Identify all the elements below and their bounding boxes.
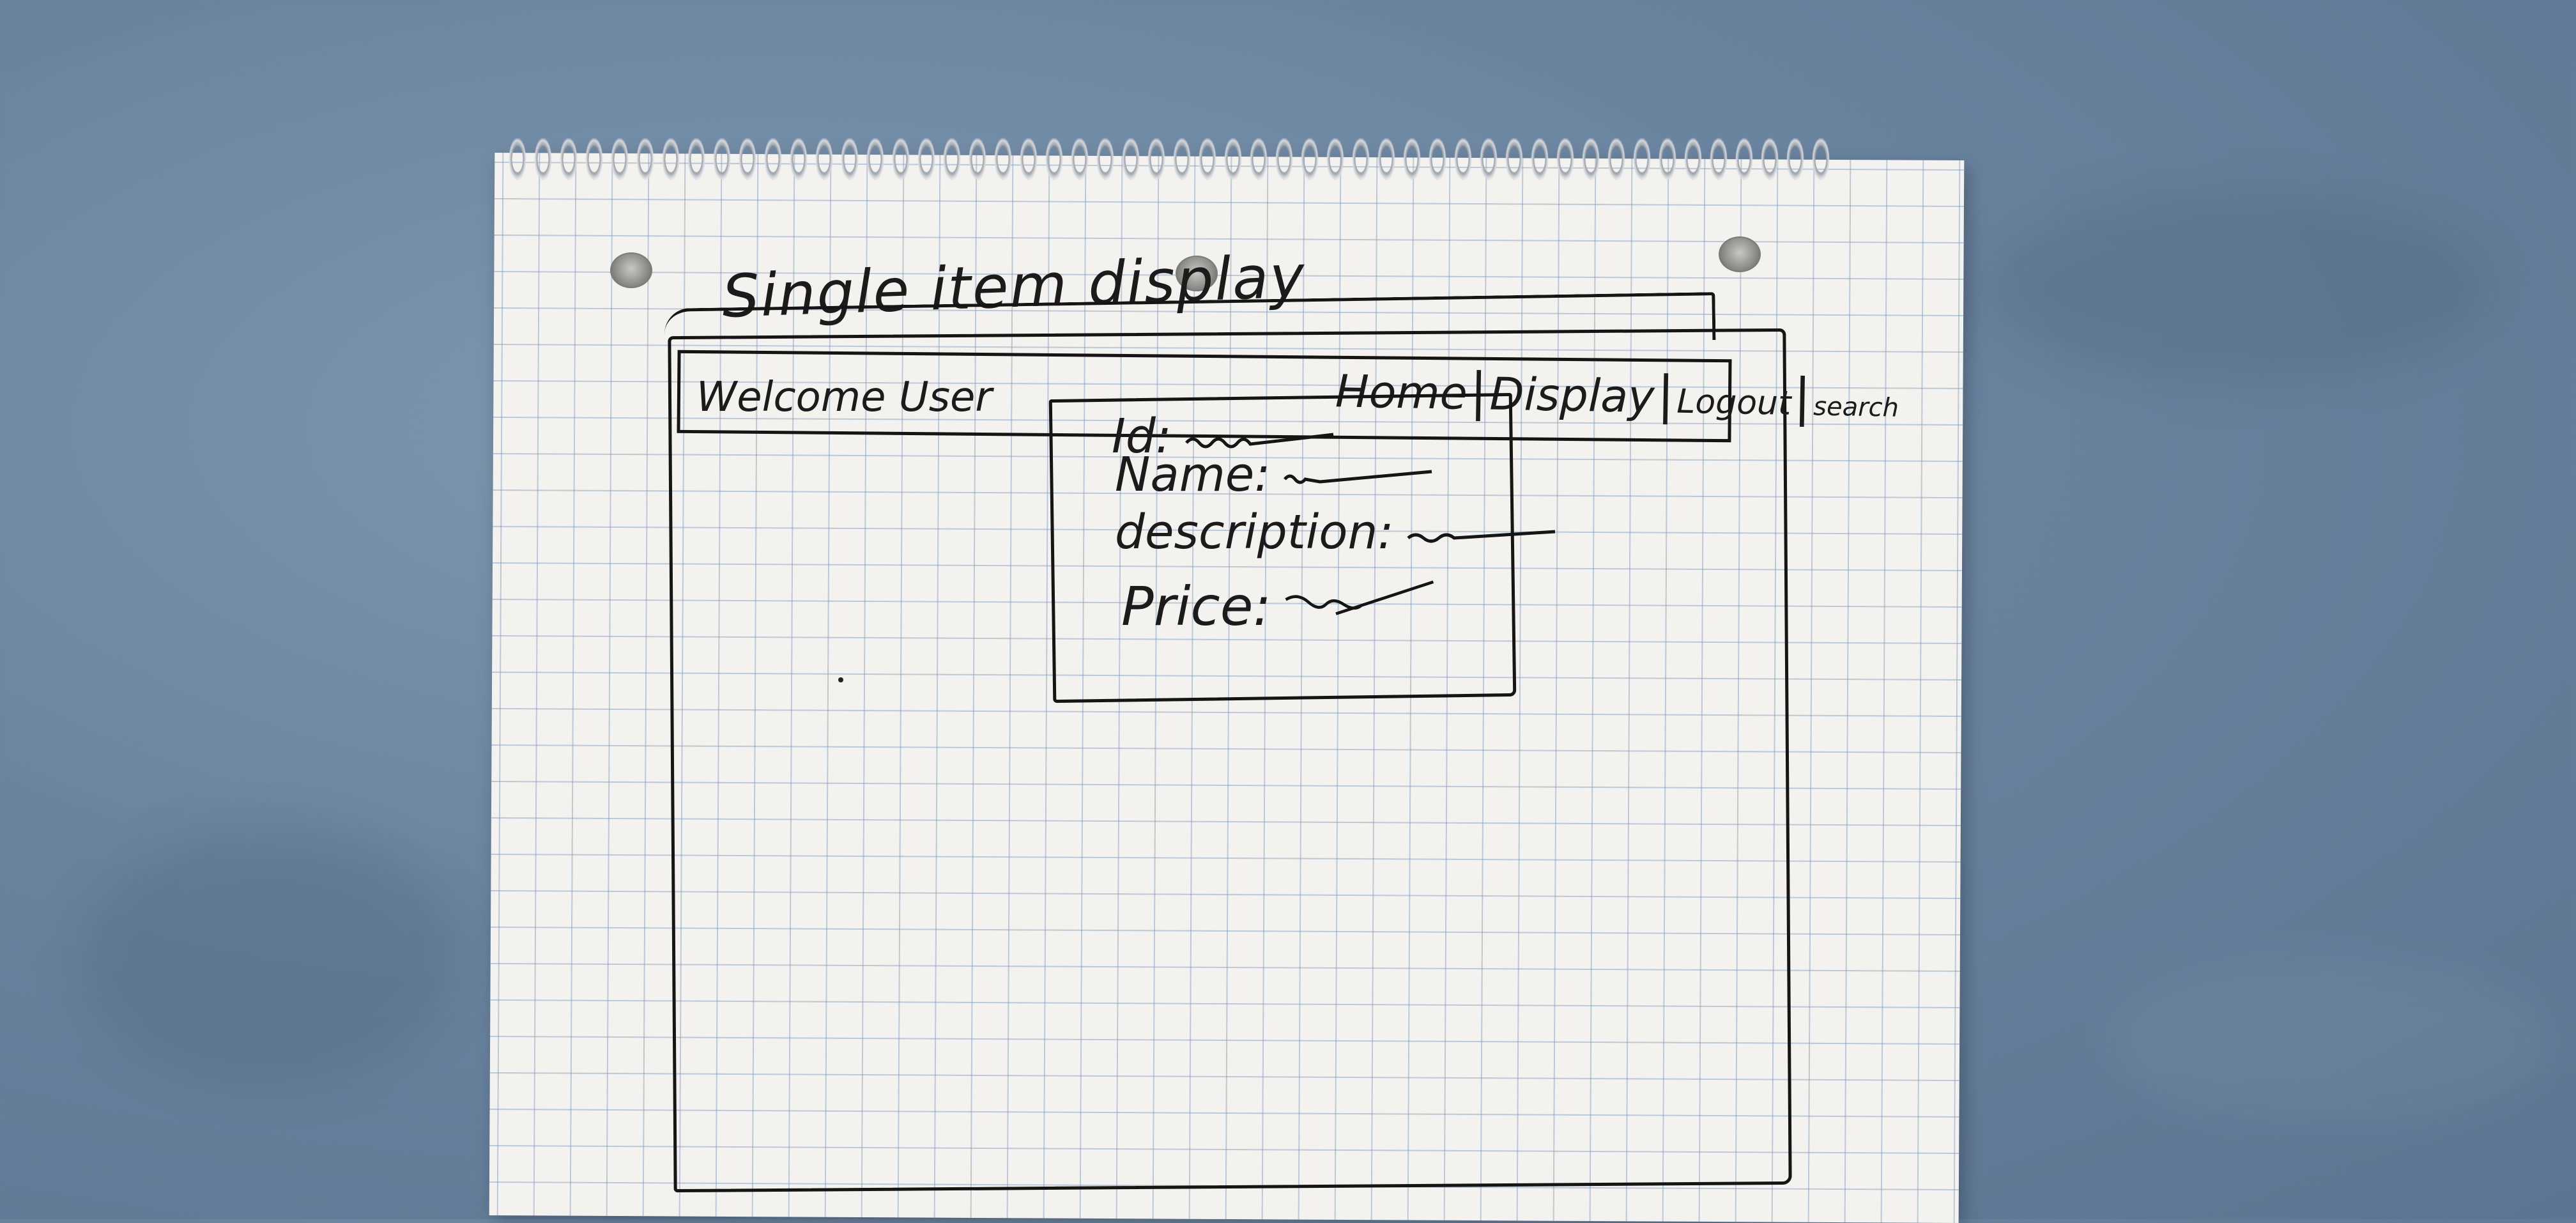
item-field-description: description: <box>1115 505 1558 560</box>
item-field-label: Price: <box>1121 575 1271 638</box>
nav-separator: | <box>1793 367 1812 427</box>
punch-hole-right <box>1719 236 1761 272</box>
welcome-user-text: Welcome User <box>696 374 992 421</box>
ink-dot <box>838 677 843 682</box>
item-field-label: description: <box>1115 505 1394 560</box>
item-field-label: Name: <box>1115 447 1271 502</box>
placeholder-value-squiggle <box>1285 580 1434 615</box>
item-field-price: Price: <box>1121 575 1436 638</box>
notebook-spiral-binding <box>505 125 1834 182</box>
item-field-name: Name: <box>1115 447 1435 502</box>
nav-separator: | <box>1656 365 1675 425</box>
punch-hole-left <box>610 252 652 288</box>
placeholder-value-squiggle <box>1284 470 1432 484</box>
nav-link-logout[interactable]: Logout <box>1676 383 1791 423</box>
placeholder-value-squiggle <box>1407 530 1556 543</box>
nav-link-display[interactable]: Display <box>1489 368 1655 423</box>
nav-link-search[interactable]: search <box>1813 392 1899 422</box>
